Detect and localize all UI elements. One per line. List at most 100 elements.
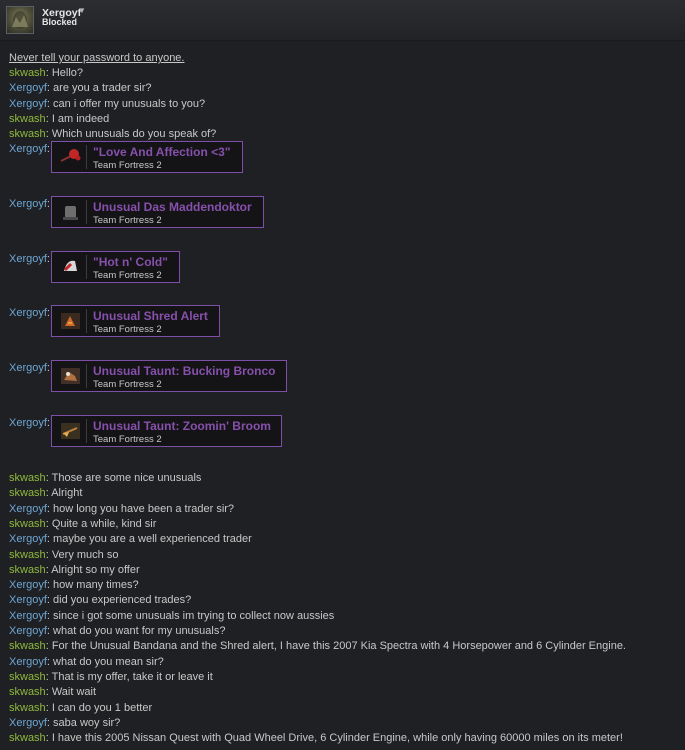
message-sender[interactable]: skwash [9,702,46,714]
item-game: Team Fortress 2 [93,269,162,281]
rose-icon [55,145,87,169]
chat-message: Xergoyf: maybe you are a well experience… [9,533,252,546]
friend-status: Blocked [42,17,78,27]
chat-message: Xergoyf: what do you want for my unusual… [9,625,225,638]
message-text: since i got some unusuals im trying to c… [53,609,335,622]
chat-message: skwash: I have this 2005 Nissan Quest wi… [9,732,623,745]
chat-message: Xergoyf: [9,198,50,211]
message-text: Which unusuals do you speak of? [51,128,217,141]
password-warning[interactable]: Never tell your password to anyone. [9,52,184,64]
chat-message: skwash: Wait wait [9,686,96,699]
message-text: Quite a while, kind sir [51,517,157,530]
message-sender[interactable]: Xergoyf [9,362,47,374]
message-text: saba woy sir? [53,716,121,729]
broom-icon [55,419,87,443]
item-link-card[interactable]: "Love And Affection <3" Team Fortress 2 [51,141,243,173]
message-text: That is my offer, take it or leave it [51,670,213,683]
chat-message: skwash: Alright so my offer [9,564,140,577]
sender-separator: : [46,197,50,210]
message-sender[interactable]: Xergoyf [9,82,47,94]
message-sender[interactable]: Xergoyf [9,625,47,637]
item-game: Team Fortress 2 [93,434,162,445]
message-text: did you experienced trades? [53,594,192,607]
message-sender[interactable]: Xergoyf [9,503,47,515]
message-sender[interactable]: Xergoyf [9,533,47,545]
item-title[interactable]: Unusual Das Maddendoktor [93,200,252,214]
message-sender[interactable]: skwash [9,732,46,744]
message-text: Alright [51,487,83,500]
message-sender[interactable]: Xergoyf [9,307,47,319]
helmet-icon [55,254,87,279]
chat-message: skwash: Very much so [9,549,118,562]
item-link-card[interactable]: Unusual Taunt: Zoomin' Broom Team Fortres… [51,415,282,447]
message-sender[interactable]: Xergoyf [9,98,47,110]
chat-message: Xergoyf: can i offer my unusuals to you? [9,98,205,111]
item-game: Team Fortress 2 [93,379,162,391]
message-sender[interactable]: Xergoyf [9,198,47,210]
message-text: I can do you 1 better [51,701,153,714]
message-sender[interactable]: Xergoyf [9,143,47,155]
chat-message: Xergoyf: how long you have been a trader… [9,503,234,516]
chat-message: Xergoyf: [9,362,50,375]
item-game: Team Fortress 2 [93,324,162,336]
sender-separator: : [46,417,50,429]
chevron-down-icon[interactable]: ▼ [78,6,86,15]
message-sender[interactable]: Xergoyf [9,610,47,622]
item-link-card[interactable]: "Hot n' Cold" Team Fortress 2 [51,250,180,283]
message-sender[interactable]: Xergoyf [9,594,47,606]
message-text: how long you have been a trader sir? [53,502,235,515]
message-sender[interactable]: skwash [9,472,46,484]
sender-separator: : [46,143,50,155]
sender-separator: : [46,307,50,320]
message-sender[interactable]: skwash [9,549,46,561]
sender-separator: : [46,252,50,265]
message-sender[interactable]: Xergoyf [9,717,47,729]
chat-message: Xergoyf: [9,417,50,430]
message-sender[interactable]: skwash [9,128,46,140]
message-sender[interactable]: Xergoyf [9,253,47,265]
message-sender[interactable]: Xergoyf [9,579,47,591]
chat-message: skwash: Hello? [9,67,83,80]
message-text: I am indeed [51,112,110,125]
message-sender[interactable]: Xergoyf [9,656,47,668]
avatar[interactable] [6,6,34,34]
chat-message: Xergoyf: what do you mean sir? [9,656,164,669]
message-text: what do you mean sir? [53,655,164,668]
message-sender[interactable]: skwash [9,564,46,576]
message-sender[interactable]: skwash [9,67,46,79]
chat-message: Xergoyf: are you a trader sir? [9,82,151,95]
message-sender[interactable]: skwash [9,640,46,652]
item-link-card[interactable]: Unusual Shred Alert Team Fortress 2 [51,305,220,338]
chat-message: skwash: Quite a while, kind sir [9,518,156,531]
item-title[interactable]: Unusual Shred Alert [93,309,208,323]
message-sender[interactable]: skwash [9,671,46,683]
item-title[interactable]: Unusual Taunt: Zoomin' Broom [93,419,271,433]
message-text: Hello? [51,67,83,79]
message-sender[interactable]: skwash [9,686,46,698]
item-link-card[interactable]: Unusual Das Maddendoktor Team Fortress 2 [51,195,264,228]
taunt-icon [55,364,87,389]
chat-message: Xergoyf: [9,307,50,320]
message-text: how many times? [53,579,139,592]
avatar-image-icon [12,11,28,29]
message-text: are you a trader sir? [53,82,152,95]
message-text: Wait wait [51,686,97,699]
chat-message: Xergoyf: [9,253,50,266]
message-sender[interactable]: skwash [9,487,46,499]
item-title[interactable]: "Love And Affection <3" [93,145,231,159]
guitar-icon [55,309,87,334]
message-sender[interactable]: Xergoyf [9,417,47,429]
chat-message: Xergoyf: since i got some unusuals im tr… [9,610,334,623]
chat-message: skwash: That is my offer, take it or lea… [9,671,213,684]
item-title[interactable]: "Hot n' Cold" [93,255,168,269]
message-sender[interactable]: skwash [9,113,46,125]
item-link-card[interactable]: Unusual Taunt: Bucking Bronco Team Fortre… [51,360,287,393]
chat-header: Xergoyf ▼ Blocked [0,0,685,41]
message-text: maybe you are a well experienced trader [53,533,252,546]
chat-message: Xergoyf: saba woy sir? [9,717,120,730]
item-title[interactable]: Unusual Taunt: Bucking Bronco [93,364,275,378]
hat-icon [55,199,87,224]
message-text: can i offer my unusuals to you? [53,97,206,110]
chat-message: skwash: For the Unusual Bandana and the … [9,640,626,653]
message-sender[interactable]: skwash [9,518,46,530]
